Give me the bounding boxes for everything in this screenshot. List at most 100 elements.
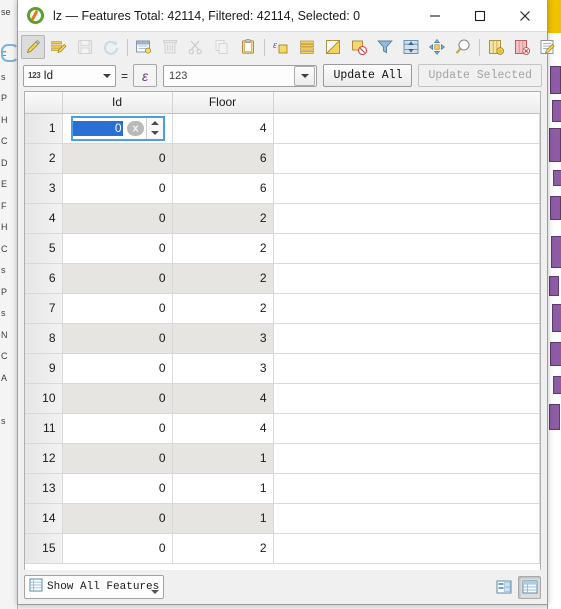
invert-selection-button[interactable] — [321, 35, 345, 59]
cell-id[interactable]: 0 — [62, 203, 173, 234]
maximize-button[interactable] — [457, 0, 502, 31]
table-row[interactable]: 12 0 1 — [25, 443, 540, 474]
cell-floor[interactable]: 4 — [172, 113, 274, 144]
cell-id[interactable]: 0 — [62, 323, 173, 354]
chevron-down-icon[interactable] — [294, 65, 316, 86]
table-row[interactable]: 803 — [25, 323, 540, 354]
row-number-cell[interactable]: 15 — [25, 533, 63, 564]
table-row[interactable]: 10 4 — [25, 113, 540, 144]
deselect-all-button[interactable] — [347, 35, 371, 59]
row-number-cell[interactable]: 8 — [25, 323, 63, 354]
cell-floor[interactable]: 2 — [172, 293, 274, 324]
cell-floor[interactable]: 3 — [172, 323, 274, 354]
new-field-button[interactable] — [484, 35, 508, 59]
row-number-cell[interactable]: 3 — [25, 173, 63, 204]
filter-features-button[interactable] — [373, 35, 397, 59]
field-select-combo[interactable]: 123 Id — [23, 64, 116, 87]
id-spinbox-value[interactable]: 0 — [72, 120, 123, 136]
cell-id[interactable]: 0 — [62, 263, 173, 294]
chevron-down-icon — [151, 590, 159, 594]
cell-floor[interactable]: 1 — [172, 443, 274, 474]
save-edits-button[interactable] — [47, 35, 71, 59]
add-feature-button[interactable] — [132, 35, 156, 59]
cell-id[interactable]: 0 — [62, 383, 173, 414]
cell-filler — [273, 113, 540, 144]
select-by-expression-button[interactable]: ε — [269, 35, 293, 59]
cell-id[interactable]: 0 — [62, 173, 173, 204]
row-number-cell[interactable]: 4 — [25, 203, 63, 234]
row-number-cell[interactable]: 12 — [25, 443, 63, 474]
table-row[interactable]: 15 0 2 — [25, 533, 540, 564]
cell-floor[interactable]: 2 — [172, 203, 274, 234]
cell-floor[interactable]: 1 — [172, 503, 274, 534]
form-view-button[interactable] — [492, 576, 515, 599]
cell-id[interactable]: 0 — [62, 533, 173, 564]
cell-floor[interactable]: 2 — [172, 533, 274, 564]
cell-filler — [273, 383, 540, 414]
cell-id[interactable]: 0 — [62, 413, 173, 444]
cell-id[interactable]: 0 — [62, 353, 173, 384]
cell-floor[interactable]: 2 — [172, 263, 274, 294]
clear-circle-icon[interactable] — [126, 120, 144, 136]
table-row[interactable]: 702 — [25, 293, 540, 324]
cell-id[interactable]: 0 — [62, 233, 173, 264]
paste-features-button[interactable] — [236, 35, 260, 59]
delete-field-button[interactable] — [510, 35, 534, 59]
attribute-table[interactable]: Id Floor 1 0 4 2 0 6 3 0 6 4 0 2 5 0 2 6 0 2 7 0 2 8 0 3 9 0 3 10 0 4… — [24, 91, 541, 570]
update-all-button[interactable]: Update All — [323, 64, 413, 87]
select-all-button[interactable] — [295, 35, 319, 59]
id-spinbox-arrows[interactable] — [145, 117, 163, 139]
close-button[interactable] — [502, 0, 547, 31]
cell-floor[interactable]: 4 — [172, 413, 274, 444]
id-spinbox[interactable]: 0 — [70, 115, 165, 141]
row-number-cell[interactable]: 10 — [25, 383, 63, 414]
row-number-cell[interactable]: 7 — [25, 293, 63, 324]
table-row[interactable]: 602 — [25, 263, 540, 294]
column-header-id[interactable]: Id — [62, 92, 173, 114]
table-row[interactable]: 14 0 1 — [25, 503, 540, 534]
table-row[interactable]: 306 — [25, 173, 540, 204]
cell-floor[interactable]: 2 — [172, 233, 274, 264]
cell-id[interactable]: 0 — [62, 293, 173, 324]
cell-floor[interactable]: 6 — [172, 173, 274, 204]
update-value-combo[interactable]: 123 — [163, 64, 318, 87]
move-selection-to-top-button[interactable] — [399, 35, 423, 59]
table-row[interactable]: 502 — [25, 233, 540, 264]
table-view-button[interactable] — [518, 575, 541, 599]
row-number-cell[interactable]: 2 — [25, 143, 63, 174]
table-row[interactable]: 11 0 4 — [25, 413, 540, 444]
cell-floor[interactable]: 6 — [172, 143, 274, 174]
cell-floor[interactable]: 3 — [172, 353, 274, 384]
row-number-cell[interactable]: 1 — [25, 113, 63, 144]
zoom-map-to-feature-button[interactable] — [451, 35, 475, 59]
table-row[interactable]: 903 — [25, 353, 540, 384]
column-header-floor[interactable]: Floor — [172, 92, 274, 114]
cell-floor[interactable]: 4 — [172, 383, 274, 414]
row-number-cell[interactable]: 14 — [25, 503, 63, 534]
map-canvas-sliver — [548, 0, 561, 609]
table-row[interactable]: 13 0 1 — [25, 473, 540, 504]
row-number-cell[interactable]: 5 — [25, 233, 63, 264]
row-number-cell[interactable]: 13 — [25, 473, 63, 504]
row-number-cell[interactable]: 11 — [25, 413, 63, 444]
cell-id[interactable]: 0 — [62, 143, 173, 174]
chevron-up-icon[interactable] — [147, 118, 163, 129]
pan-map-to-feature-button[interactable] — [425, 35, 449, 59]
row-number-cell[interactable]: 9 — [25, 353, 63, 384]
table-row[interactable]: 10 0 4 — [25, 383, 540, 414]
toggle-editing-button[interactable] — [21, 35, 45, 59]
table-row[interactable]: 402 — [25, 203, 540, 234]
cell-floor[interactable]: 1 — [172, 473, 274, 504]
table-row[interactable]: 206 — [25, 143, 540, 174]
open-field-calculator-button[interactable] — [536, 35, 560, 59]
chevron-down-icon[interactable] — [147, 128, 163, 139]
expression-builder-button[interactable]: ε — [133, 64, 158, 87]
cell-id[interactable]: 0 — [62, 503, 173, 534]
cell-id[interactable]: 0 — [62, 473, 173, 504]
update-value-input[interactable]: 123 — [164, 70, 294, 82]
cell-id[interactable]: 0 — [62, 113, 173, 144]
cell-id[interactable]: 0 — [62, 443, 173, 474]
minimize-button[interactable] — [412, 0, 457, 31]
row-number-cell[interactable]: 6 — [25, 263, 63, 294]
feature-filter-combo[interactable]: Show All Features — [24, 575, 164, 599]
